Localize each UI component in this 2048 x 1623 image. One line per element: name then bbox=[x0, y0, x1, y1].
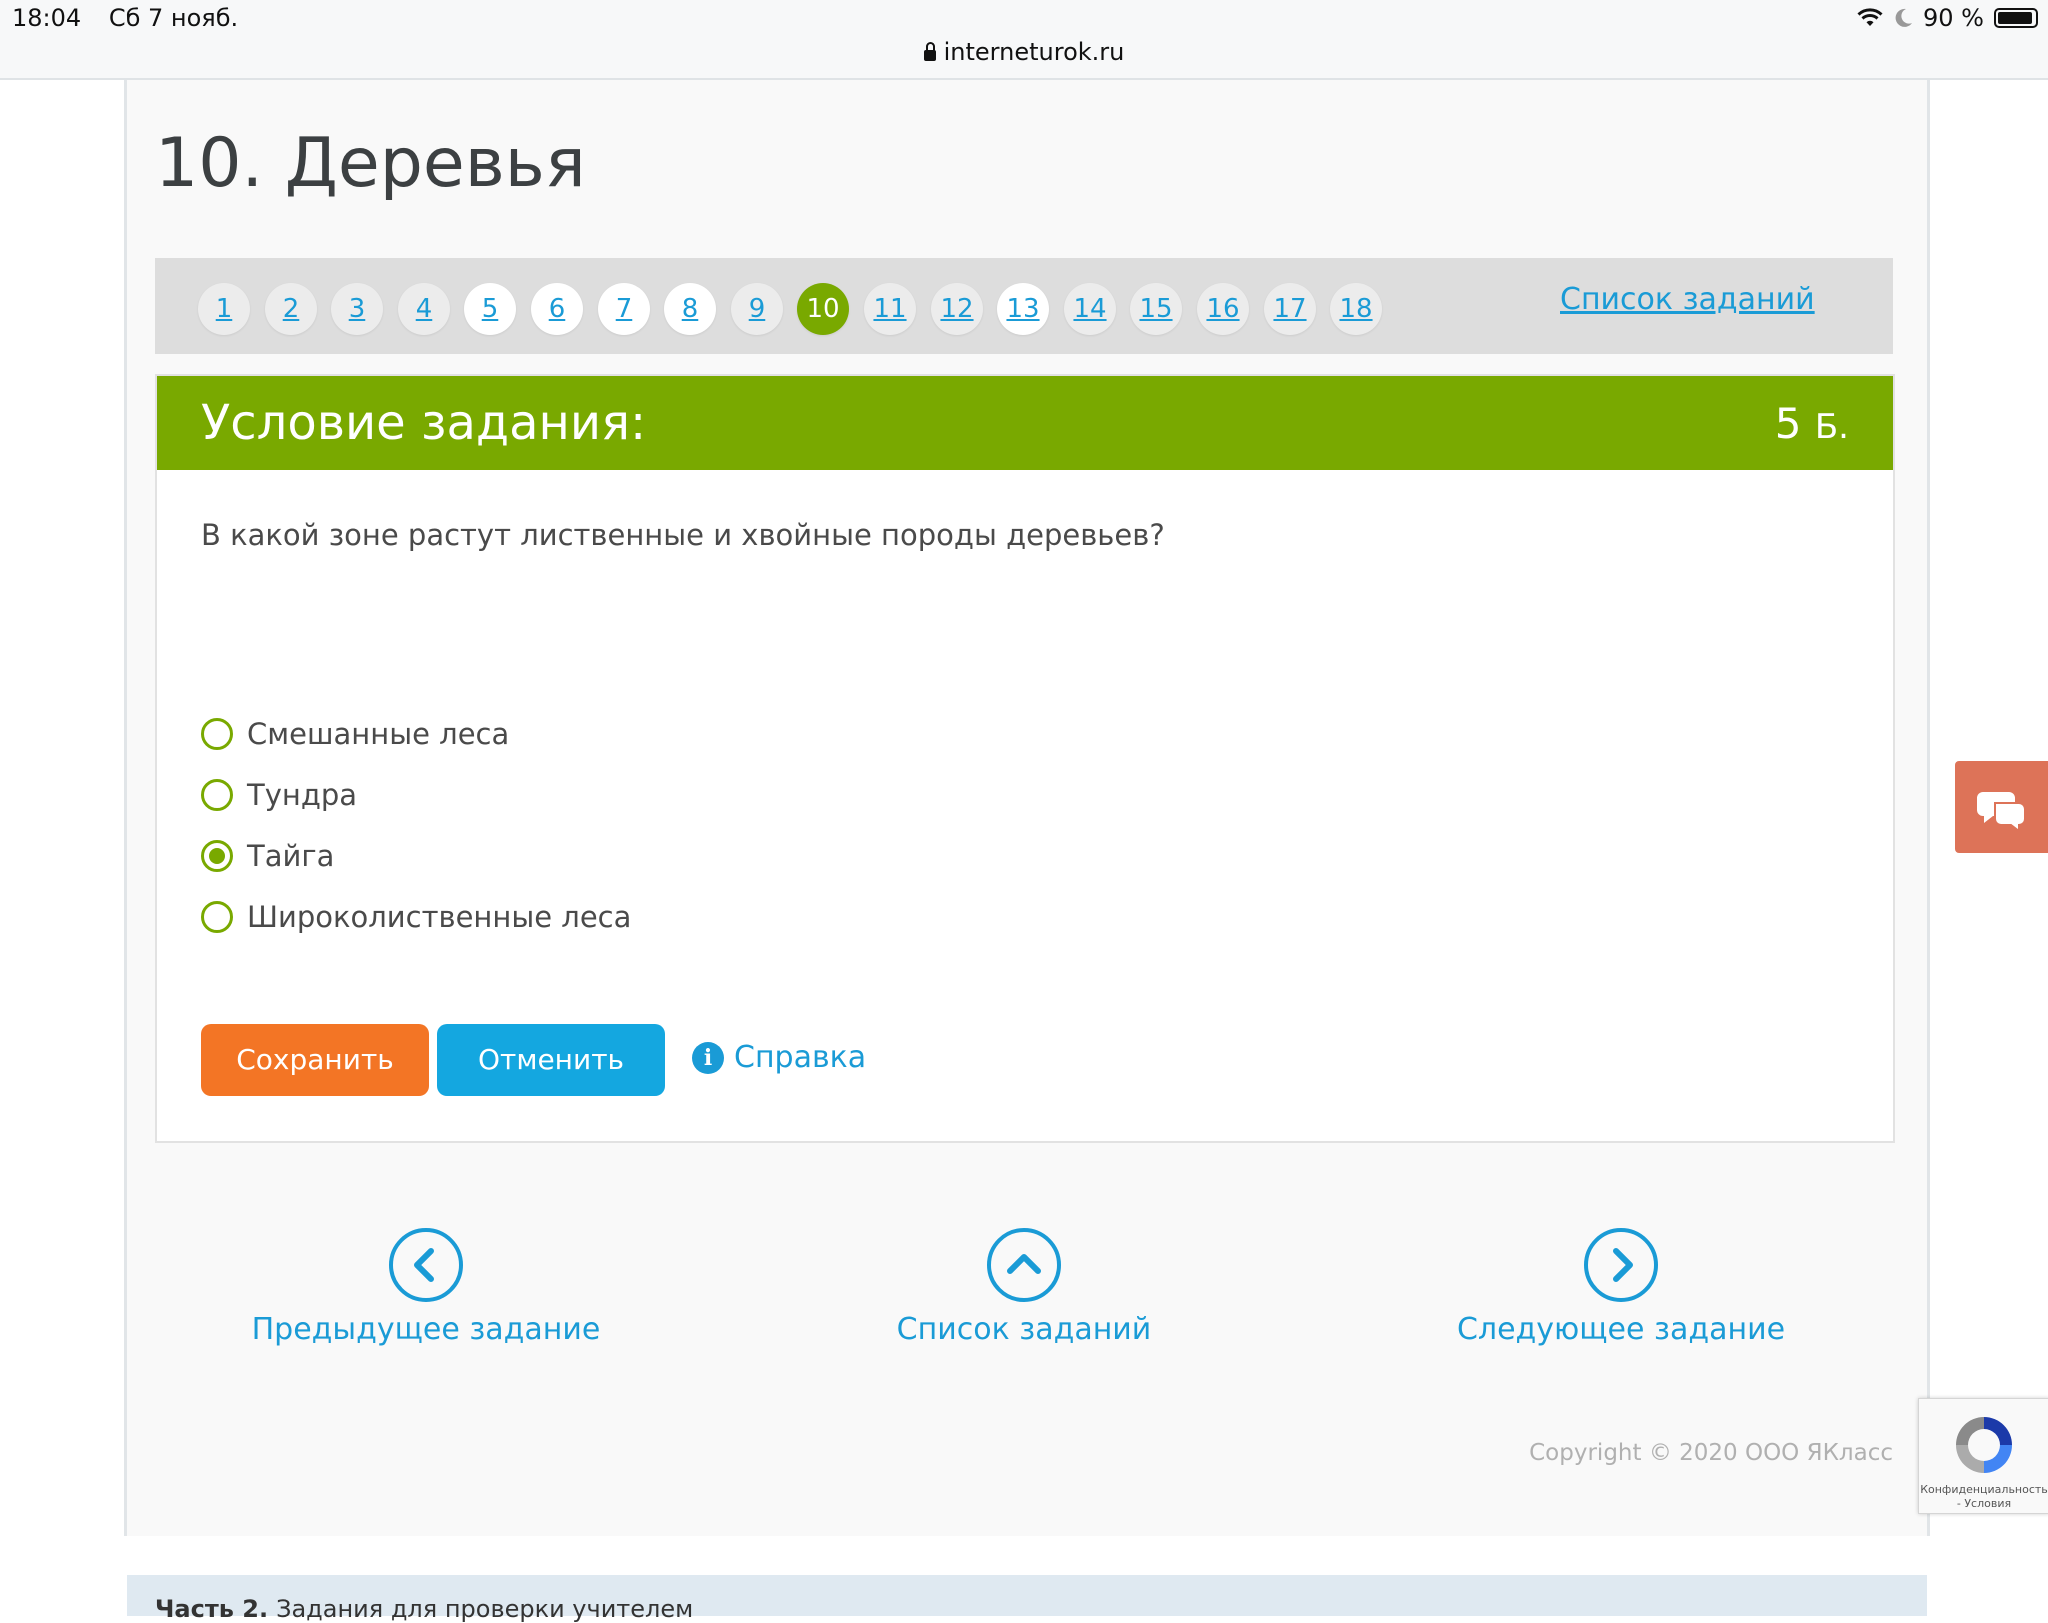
pager-item-5[interactable]: 5 bbox=[464, 283, 516, 335]
recaptcha-icon bbox=[1956, 1417, 2012, 1473]
task-panel: Условие задания: 5 Б. В какой зоне расту… bbox=[155, 374, 1895, 1143]
pager-item-16[interactable]: 16 bbox=[1197, 283, 1249, 335]
radio-button[interactable] bbox=[201, 901, 233, 933]
next-task-label: Следующее задание bbox=[1456, 1312, 1786, 1347]
task-list-nav-label: Список заданий bbox=[896, 1312, 1152, 1347]
part-heading: Часть 2. Задания для проверки учителем bbox=[155, 1595, 693, 1623]
status-time: 18:04 bbox=[12, 4, 82, 32]
chevron-right-icon bbox=[1584, 1228, 1658, 1302]
lock-icon bbox=[923, 42, 936, 61]
help-link[interactable]: i Справка bbox=[692, 1040, 866, 1075]
task-condition-title: Условие задания: bbox=[201, 395, 647, 451]
answer-option-label: Тайга bbox=[247, 839, 335, 873]
task-pager: 1 2 3 4 5 6 7 8 9 10 11 12 13 14 15 16 17 18 Список задан… bbox=[155, 258, 1893, 354]
answer-option[interactable]: Широколиственные леса bbox=[201, 897, 631, 937]
answer-option[interactable]: Тундра bbox=[201, 775, 357, 815]
answer-option[interactable]: Тайга bbox=[201, 836, 334, 876]
points-value: 5 bbox=[1774, 399, 1802, 448]
battery-percent: 90 % bbox=[1923, 4, 1984, 32]
pager-item-10[interactable]: 10 bbox=[797, 283, 849, 335]
status-right: 90 % bbox=[1857, 4, 2038, 32]
pager-item-18[interactable]: 18 bbox=[1330, 283, 1382, 335]
pager-item-13[interactable]: 13 bbox=[997, 283, 1049, 335]
radio-button[interactable] bbox=[201, 779, 233, 811]
prev-task-link[interactable]: Предыдущее задание bbox=[216, 1228, 636, 1347]
pager-item-17[interactable]: 17 bbox=[1264, 283, 1316, 335]
pager-item-6[interactable]: 6 bbox=[531, 283, 583, 335]
part-text: Задания для проверки учителем bbox=[276, 1595, 694, 1623]
prev-task-label: Предыдущее задание bbox=[251, 1312, 601, 1347]
radio-button[interactable] bbox=[201, 840, 233, 872]
save-button[interactable]: Сохранить bbox=[201, 1024, 429, 1096]
pager-item-11[interactable]: 11 bbox=[864, 283, 916, 335]
radio-button[interactable] bbox=[201, 718, 233, 750]
pager-item-2[interactable]: 2 bbox=[265, 283, 317, 335]
answer-option-label: Смешанные леса bbox=[247, 717, 510, 751]
pager-item-3[interactable]: 3 bbox=[331, 283, 383, 335]
page-title: 10. Деревья bbox=[155, 124, 586, 203]
wifi-icon bbox=[1857, 8, 1883, 26]
info-icon: i bbox=[692, 1041, 724, 1074]
chat-widget[interactable] bbox=[1955, 761, 2048, 853]
answer-option-label: Широколиственные леса bbox=[247, 900, 632, 934]
pager-item-8[interactable]: 8 bbox=[664, 283, 716, 335]
address-bar[interactable]: interneturok.ru bbox=[0, 38, 2048, 66]
recaptcha-badge[interactable]: Конфиденциальность - Условия bbox=[1918, 1398, 2048, 1514]
cancel-button[interactable]: Отменить bbox=[437, 1024, 665, 1096]
pager-item-15[interactable]: 15 bbox=[1130, 283, 1182, 335]
pager-item-14[interactable]: 14 bbox=[1064, 283, 1116, 335]
pager-item-4[interactable]: 4 bbox=[398, 283, 450, 335]
status-date: Сб 7 нояб. bbox=[108, 4, 239, 32]
chevron-up-icon bbox=[987, 1228, 1061, 1302]
recaptcha-text: Конфиденциальность - Условия bbox=[1920, 1483, 2048, 1510]
answer-option-label: Тундра bbox=[247, 778, 358, 812]
browser-status-bar: 18:04 Сб 7 нояб. 90 % interneturok.ru bbox=[0, 0, 2048, 80]
task-list-nav-link[interactable]: Список заданий bbox=[814, 1228, 1234, 1347]
chat-icon bbox=[1977, 792, 2026, 833]
task-header: Условие задания: 5 Б. bbox=[157, 376, 1893, 470]
task-list-link[interactable]: Список заданий bbox=[1560, 282, 1815, 317]
chevron-left-icon bbox=[389, 1228, 463, 1302]
help-label: Справка bbox=[734, 1040, 867, 1075]
answer-option[interactable]: Смешанные леса bbox=[201, 714, 509, 754]
points-unit: Б. bbox=[1814, 407, 1849, 447]
pager-item-1[interactable]: 1 bbox=[198, 283, 250, 335]
battery-icon bbox=[1994, 8, 2038, 28]
pager-item-9[interactable]: 9 bbox=[731, 283, 783, 335]
status-left: 18:04 Сб 7 нояб. bbox=[12, 4, 258, 32]
address-url: interneturok.ru bbox=[943, 38, 1125, 66]
part-title: Часть 2. bbox=[155, 1595, 269, 1623]
task-points: 5 Б. bbox=[1775, 399, 1849, 448]
pager-item-12[interactable]: 12 bbox=[931, 283, 983, 335]
copyright: Copyright © 2020 ООО ЯКласс bbox=[1529, 1440, 1893, 1466]
pager-item-7[interactable]: 7 bbox=[598, 283, 650, 335]
next-task-link[interactable]: Следующее задание bbox=[1411, 1228, 1831, 1347]
part-bar: Часть 2. Задания для проверки учителем bbox=[127, 1575, 1927, 1623]
moon-icon bbox=[1895, 8, 1913, 27]
task-question: В какой зоне растут лиственные и хвойные… bbox=[201, 518, 1165, 552]
